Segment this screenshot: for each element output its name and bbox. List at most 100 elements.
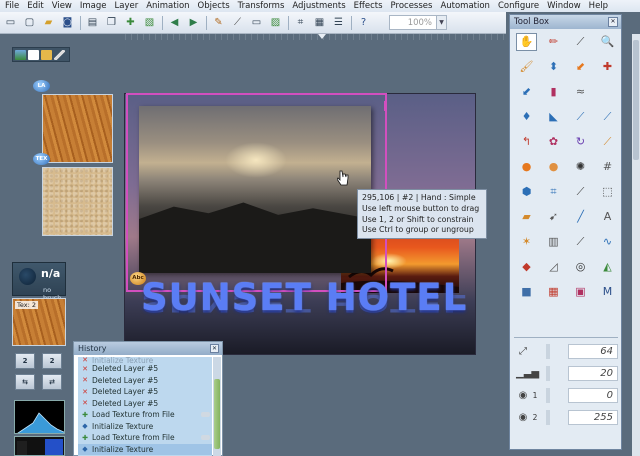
drop-icon[interactable]: ♦ [516,108,537,126]
orange-sphere-icon[interactable]: ● [516,158,537,176]
menu-animation[interactable]: Animation [143,0,194,12]
splash-icon[interactable]: ✺ [570,158,591,176]
history-item[interactable]: ✕ Deleted Layer #5 [78,398,212,410]
menu-objects[interactable]: Objects [195,0,235,12]
title-text-layer[interactable]: SUNSET HOTEL [141,279,471,317]
close-icon[interactable]: ✕ [608,17,618,27]
flower-icon[interactable]: ✿ [543,133,564,151]
eraser-icon[interactable]: ▰ [516,208,537,226]
menu-file[interactable]: File [2,0,24,12]
history-item[interactable]: ✚ Load Texture from File [78,409,212,421]
selection-handle[interactable] [384,101,387,111]
dropper-icon[interactable]: ⟋ [570,183,591,201]
magnet-icon[interactable]: ◿ [543,258,564,276]
brush-orange-icon[interactable]: ⬋ [570,58,591,76]
circle-icon[interactable]: ◎ [570,258,591,276]
menu-adjustments[interactable]: Adjustments [289,0,350,12]
history-item[interactable]: ✕ Deleted Layer #5 [78,375,212,387]
landscape-icon[interactable] [15,49,26,60]
arrow-right-icon[interactable]: ▶ [186,15,201,30]
network-icon[interactable]: # [597,158,618,176]
image-icon[interactable]: ▨ [268,15,283,30]
white-layer-icon[interactable] [28,49,39,60]
property-value-input[interactable]: 64 [568,344,618,359]
zoom-icon[interactable]: 🔍 [597,33,618,51]
pipette-icon[interactable]: ⟋ [570,233,591,251]
sphere2-icon[interactable]: ● [543,158,564,176]
gradient-icon[interactable]: ◆ [516,258,537,276]
grid-icon[interactable]: ▦ [312,15,327,30]
cube-icon[interactable]: ■ [516,283,537,301]
brush-icon[interactable]: ⟋ [230,15,245,30]
menu-view[interactable]: View [49,0,77,12]
crop-icon[interactable]: ⌗ [543,183,564,201]
menu-effects[interactable]: Effects [351,0,388,12]
swap-right-button[interactable]: ⇄ [42,374,62,390]
text-icon[interactable]: A [597,208,618,226]
rotate-icon[interactable]: ↻ [570,133,591,151]
arrow-left-icon[interactable]: ◀ [167,15,182,30]
property-slider[interactable] [546,366,550,381]
line-icon[interactable]: ╱ [570,208,591,226]
triangle-icon[interactable]: ◣ [543,108,564,126]
pencil-icon[interactable] [54,49,65,60]
curve-icon[interactable]: ↰ [516,133,537,151]
wave-icon[interactable]: ≈ [570,83,591,101]
chevron-down-icon[interactable]: ▼ [437,15,447,30]
menu-transforms[interactable]: Transforms [235,0,290,12]
bezier-icon[interactable]: ∿ [597,233,618,251]
property-value-input[interactable]: 0 [568,388,618,403]
property-value-input[interactable]: 255 [568,410,618,425]
marker-icon[interactable]: ⟋ [570,108,591,126]
palette-icon[interactable]: ▦ [543,283,564,301]
menu-help[interactable]: Help [586,0,613,12]
menu-automation[interactable]: Automation [437,0,495,12]
help-icon[interactable]: ? [356,15,371,30]
wood-texture-thumbnail[interactable] [42,94,113,163]
close-icon[interactable]: ✕ [210,344,219,353]
brush-blue-icon[interactable]: ⬋ [516,83,537,101]
select-icon[interactable]: ⬚ [597,183,618,201]
duplicate-icon[interactable]: ❐ [104,15,119,30]
new-layer-icon[interactable]: ▤ [85,15,100,30]
crop-icon[interactable]: ⌗ [293,15,308,30]
paint-icon[interactable]: ⬍ [543,58,564,76]
property-slider[interactable] [546,344,550,359]
list-icon[interactable]: ☰ [331,15,346,30]
sand-texture-thumbnail[interactable] [42,167,113,236]
menu-configure[interactable]: Configure [495,0,544,12]
history-item[interactable]: ✚ Load Texture from File [78,432,212,444]
pen-icon[interactable]: ✏ [543,33,564,51]
tube-icon[interactable]: ▮ [543,83,564,101]
eyedropper-icon[interactable]: ⟋ [570,33,591,51]
menu-layer[interactable]: Layer [112,0,144,12]
new-icon[interactable]: ▢ [22,15,37,30]
lasso-icon[interactable]: ➹ [543,208,564,226]
star-icon[interactable]: ✶ [516,233,537,251]
layer-icon[interactable]: ▧ [142,15,157,30]
texture-panel[interactable]: Tex: 2 [12,298,66,346]
frame-icon[interactable]: ▣ [570,283,591,301]
history-scroll-thumb[interactable] [214,379,220,449]
zoom-input[interactable]: 100% [389,15,437,30]
property-slider[interactable] [546,410,550,425]
paste-icon[interactable] [41,49,52,60]
open-icon[interactable]: ▰ [41,15,56,30]
new-document-icon[interactable]: ▭ [3,15,18,30]
history-item[interactable]: ✕ Deleted Layer #5 [78,363,212,375]
plus-brush-icon[interactable]: ✚ [597,58,618,76]
paintbrush-icon[interactable]: 🖌 [516,58,537,76]
brush-panel[interactable]: n/a no brush [12,262,66,302]
add-icon[interactable]: ✚ [123,15,138,30]
save-icon[interactable]: ◙ [60,15,75,30]
menu-edit[interactable]: Edit [24,0,48,12]
bucket-icon[interactable]: ⬢ [516,183,537,201]
layer-selection-box[interactable] [126,93,387,292]
hand-tool-icon[interactable]: ✋ [516,33,537,51]
m-icon[interactable]: M [597,283,618,301]
brush3-icon[interactable]: ⟋ [597,133,618,151]
chart-icon[interactable]: ▥ [543,233,564,251]
rectangle-icon[interactable]: ▭ [249,15,264,30]
text-layer-icon[interactable]: Abc [130,272,146,285]
property-slider[interactable] [546,388,550,403]
